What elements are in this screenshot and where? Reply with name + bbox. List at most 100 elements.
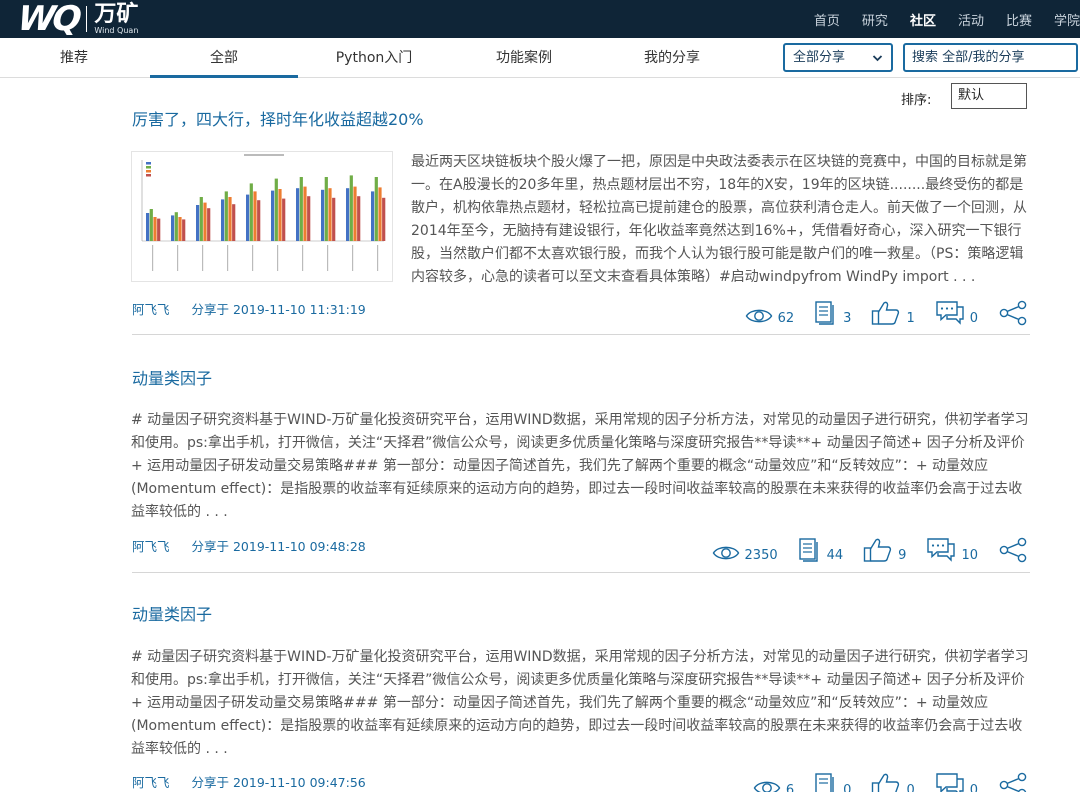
search-input[interactable]: 搜索 全部/我的分享 [903, 43, 1078, 72]
thumbnail-bar [278, 189, 282, 241]
sort-select[interactable]: 默认 [951, 83, 1027, 109]
likes-count: 9 [898, 548, 907, 563]
thumbnail-bar [174, 212, 178, 241]
thumbnail-bar [296, 188, 300, 241]
post-author[interactable]: 阿飞飞 [132, 302, 170, 317]
nav-community[interactable]: 社区 [910, 10, 936, 29]
tab-my-shares[interactable]: 我的分享 [608, 38, 736, 78]
logo-separator [86, 6, 88, 32]
likes-stat[interactable]: 0 [871, 772, 915, 792]
thumbnail-bar [224, 191, 228, 241]
brand-logo[interactable]: WQ 万矿 Wind Quan [15, 0, 139, 39]
thumbnail-bar [371, 191, 375, 241]
thumbnail-bar [349, 175, 353, 241]
eye-icon [745, 306, 773, 326]
thumbs-up-icon [863, 537, 893, 563]
post-thumbnail[interactable] [131, 151, 393, 282]
replies-stat[interactable]: 0 [935, 300, 978, 326]
thumbnail-bar [153, 217, 157, 241]
nav-research[interactable]: 研究 [862, 10, 888, 29]
share-filter-value: 全部分享 [793, 50, 846, 65]
nav-events[interactable]: 活动 [958, 10, 984, 29]
thumbnail-bar [303, 186, 307, 241]
likes-stat[interactable]: 1 [871, 300, 915, 326]
views-count: 6 [785, 783, 795, 792]
post-author[interactable]: 阿飞飞 [132, 775, 170, 790]
share-icon [998, 537, 1028, 563]
sub-nav: 推荐 全部 Python入门 功能案例 我的分享 全部分享 搜索 全部/我的分享 [0, 38, 1080, 78]
share-stat[interactable] [998, 300, 1028, 326]
thumbnail-bar [382, 197, 386, 241]
comments-stat[interactable]: 3 [814, 300, 851, 326]
comments-stat[interactable]: 44 [798, 537, 844, 563]
tab-feature-cases[interactable]: 功能案例 [460, 38, 588, 78]
post-divider [132, 572, 1030, 573]
likes-stat[interactable]: 9 [863, 537, 906, 563]
thumbnail-bar [257, 200, 261, 241]
top-nav: 首页 研究 社区 活动 比赛 学院 [792, 0, 1080, 38]
thumbnail-bar [149, 209, 153, 241]
post-meta: 阿飞飞 分享于 2019-11-10 09:47:56 [132, 772, 366, 791]
post-excerpt: 最近两天区块链板块个股火爆了一把，原因是中央政法委表示在区块链的竞赛中，中国的目… [411, 154, 1027, 285]
post-divider [132, 334, 1030, 335]
eye-icon [712, 543, 740, 563]
tab-recommended[interactable]: 推荐 [28, 38, 120, 78]
tab-all[interactable]: 全部 [150, 38, 298, 78]
thumbnail-tick-label [152, 245, 154, 271]
thumbnail-bar [357, 196, 361, 241]
likes-count: 0 [906, 783, 915, 792]
post-title[interactable]: 动量类因子 [132, 365, 212, 389]
thumbnail-bar [232, 204, 236, 241]
thumbnail-bar [346, 188, 350, 241]
nav-competitions[interactable]: 比赛 [1006, 10, 1032, 29]
top-bar: WQ 万矿 Wind Quan 首页 研究 社区 活动 比赛 学院 [0, 0, 1080, 39]
chat-icon [926, 537, 956, 563]
views-stat[interactable]: 2350 [712, 543, 778, 563]
post-excerpt: # 动量因子研究资料基于WIND-万矿量化投资研究平台，运用WIND数据，采用常… [131, 412, 1029, 520]
replies-count: 0 [969, 311, 978, 326]
post-title[interactable]: 动量类因子 [132, 601, 212, 625]
post-excerpt: # 动量因子研究资料基于WIND-万矿量化投资研究平台，运用WIND数据，采用常… [131, 649, 1029, 757]
post-title[interactable]: 厉害了，四大行，择时年化收益超越20% [132, 106, 424, 130]
post-stats: 2350 44 9 10 [692, 537, 1028, 563]
views-stat[interactable]: 62 [745, 306, 795, 326]
thumbnail-bar [299, 177, 303, 241]
nav-home[interactable]: 首页 [814, 10, 840, 29]
views-stat[interactable]: 6 [753, 778, 794, 792]
likes-count: 1 [906, 311, 915, 326]
thumbnail-bar [157, 218, 161, 241]
post-share-time: 分享于 2019-11-10 09:47:56 [191, 775, 366, 790]
thumbnail-bar [253, 191, 257, 241]
post-share-time: 分享于 2019-11-10 09:48:28 [191, 539, 366, 554]
thumbnail-chart [141, 154, 386, 271]
post-share-time: 分享于 2019-11-10 11:31:19 [191, 302, 366, 317]
thumbnail-tick-label [352, 245, 354, 271]
comments-count: 0 [843, 783, 852, 792]
share-filter-select[interactable]: 全部分享 [783, 43, 893, 72]
share-stat[interactable] [998, 772, 1028, 792]
post-author[interactable]: 阿飞飞 [132, 539, 170, 554]
views-count: 62 [777, 311, 795, 326]
thumbnail-bar [178, 217, 182, 241]
thumbnail-bar [249, 183, 253, 241]
comments-count: 44 [826, 548, 844, 563]
thumbnail-bar [199, 197, 203, 241]
thumbnail-bar [196, 205, 200, 241]
nav-academy[interactable]: 学院 [1054, 10, 1080, 29]
replies-stat[interactable]: 10 [926, 537, 978, 563]
replies-count: 0 [969, 783, 978, 792]
thumbnail-bar [274, 178, 278, 241]
replies-stat[interactable]: 0 [935, 772, 978, 792]
thumbnail-bar [182, 219, 186, 241]
document-icon [814, 300, 838, 326]
tab-python-intro[interactable]: Python入门 [310, 38, 438, 78]
post-stats: 6 0 0 0 [733, 772, 1028, 792]
document-icon [798, 537, 822, 563]
thumbs-up-icon [871, 772, 901, 792]
comments-stat[interactable]: 0 [814, 772, 851, 792]
logo-mark: WQ [15, 0, 81, 39]
thumbnail-bar [171, 215, 175, 241]
thumbs-up-icon [871, 300, 901, 326]
thumbnail-bar [203, 202, 207, 241]
share-stat[interactable] [998, 537, 1028, 563]
